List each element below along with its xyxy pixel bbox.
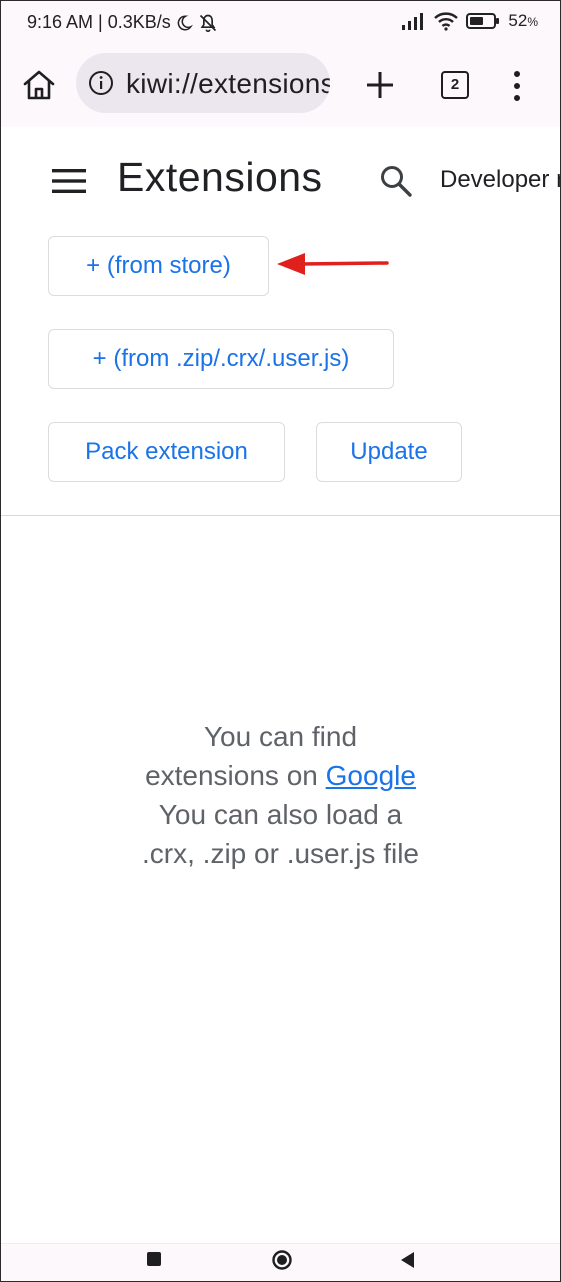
empty-line-1: You can find (203, 721, 358, 752)
browser-toolbar: kiwi://extensions 2 (1, 43, 560, 127)
search-icon[interactable] (379, 164, 413, 198)
system-nav-bar (1, 1243, 560, 1281)
empty-line-4: .crx, .zip or .user.js file (142, 838, 419, 869)
overflow-menu-icon[interactable] (505, 69, 529, 103)
signal-icon (402, 13, 424, 30)
tabs-icon[interactable]: 2 (441, 71, 469, 99)
status-time-speed: 9:16 AM | 0.3KB/s (27, 12, 171, 32)
moon-icon (177, 14, 193, 30)
update-button[interactable]: Update (316, 422, 462, 482)
address-bar[interactable]: kiwi://extensions (76, 53, 330, 113)
nav-home-icon[interactable] (271, 1249, 293, 1271)
add-from-store-button[interactable]: + (from store) (48, 236, 269, 296)
empty-line-2: extensions on Google (1, 756, 560, 795)
recent-apps-icon[interactable] (147, 1252, 161, 1266)
empty-state-message: You can find extensions on Google You ca… (1, 717, 560, 873)
developer-mode-toggle[interactable]: Developer mode (440, 166, 560, 194)
annotation-arrow (277, 253, 389, 275)
add-from-file-button[interactable]: + (from .zip/.crx/.user.js) (48, 329, 394, 389)
battery-percent: 52% (508, 11, 538, 31)
battery-unit: % (527, 15, 538, 29)
page-title: Extensions (117, 154, 323, 200)
plus-icon[interactable] (363, 68, 397, 102)
status-right: 52% (402, 11, 538, 31)
wifi-icon (434, 12, 459, 31)
info-icon[interactable] (88, 70, 114, 96)
status-left: 9:16 AM | 0.3KB/s (27, 12, 219, 33)
battery-icon (466, 13, 500, 29)
hamburger-menu-icon[interactable] (52, 167, 86, 195)
url-text: kiwi://extensions (126, 68, 330, 99)
back-icon[interactable] (399, 1250, 417, 1270)
battery-value: 52 (508, 11, 528, 30)
empty-line-2-text: extensions on (145, 760, 318, 791)
status-bar: 9:16 AM | 0.3KB/s 52% (1, 1, 560, 43)
section-divider (1, 515, 560, 516)
screen: 9:16 AM | 0.3KB/s 52% kiwi://extensions … (0, 0, 561, 1282)
pack-extension-button[interactable]: Pack extension (48, 422, 285, 482)
empty-line-3: You can also load a (158, 799, 403, 830)
home-icon[interactable] (21, 67, 57, 103)
google-link[interactable]: Google (326, 760, 416, 791)
bell-off-icon (199, 14, 216, 32)
